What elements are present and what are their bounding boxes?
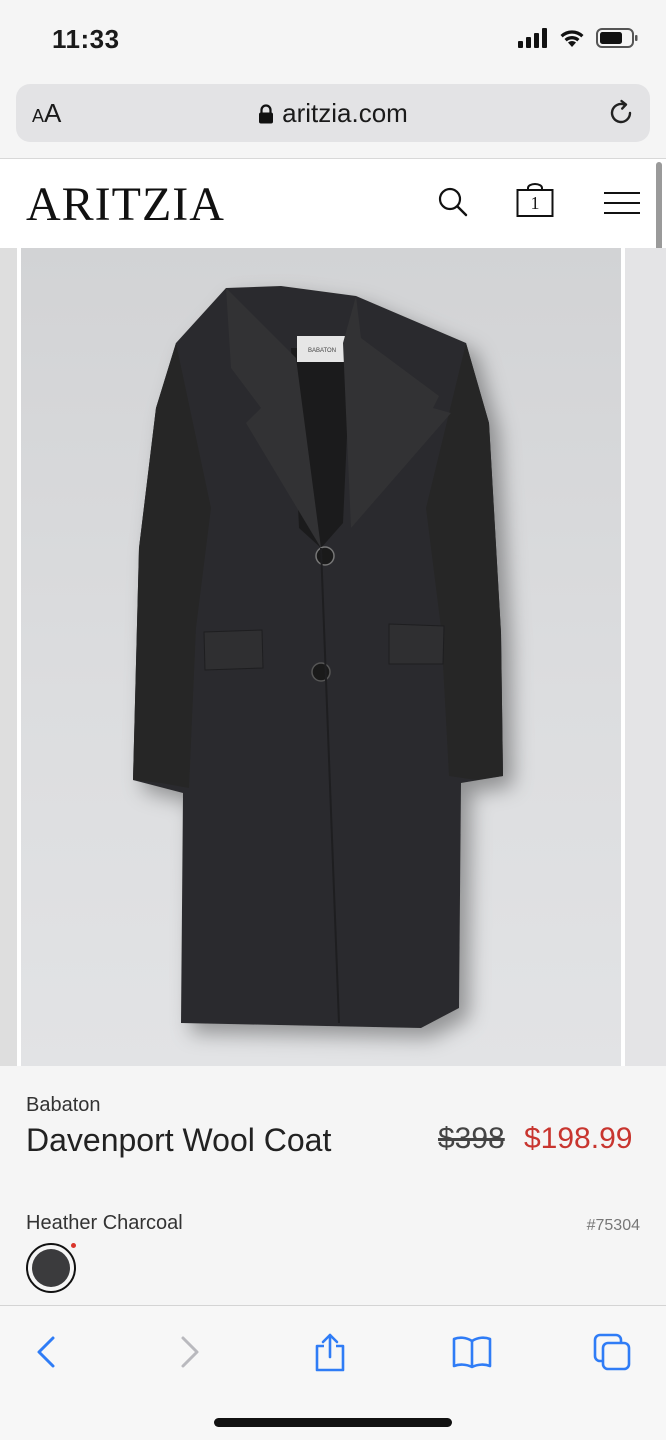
search-icon[interactable]: [436, 185, 470, 219]
bookmarks-icon: [452, 1336, 492, 1369]
menu-icon[interactable]: [604, 191, 640, 215]
product-image[interactable]: BABATON: [21, 248, 621, 1066]
wifi-icon: [560, 30, 584, 47]
sale-price: $198.99: [524, 1122, 633, 1155]
product-sku: #75304: [586, 1217, 640, 1234]
battery-icon: [596, 28, 638, 48]
share-button[interactable]: [308, 1330, 352, 1374]
previous-image-peek[interactable]: [0, 248, 17, 1066]
back-icon: [37, 1336, 55, 1368]
cellular-signal-icon: [518, 28, 547, 48]
original-price: $398: [438, 1122, 505, 1155]
back-button[interactable]: [24, 1330, 68, 1374]
forward-icon: [181, 1336, 199, 1368]
site-logo[interactable]: ARITZIA: [26, 177, 225, 232]
address-bar[interactable]: AA aritzia.com: [16, 84, 650, 142]
sale-indicator-dot: [71, 1243, 76, 1248]
status-time: 11:33: [52, 24, 120, 54]
product-gallery[interactable]: BABATON: [0, 248, 666, 1066]
status-bar: 11:33: [0, 0, 666, 80]
product-brand[interactable]: Babaton: [26, 1094, 101, 1117]
reload-icon[interactable]: [606, 98, 636, 128]
url-text: aritzia.com: [282, 98, 408, 128]
swatch-color-fill: [32, 1249, 70, 1287]
coat-illustration: BABATON: [133, 286, 503, 1028]
url-field[interactable]: aritzia.com: [16, 98, 650, 129]
tabs-icon: [593, 1333, 631, 1371]
bookmarks-button[interactable]: [450, 1330, 494, 1374]
lock-icon: [259, 104, 274, 124]
site-header: ARITZIA 1: [0, 158, 666, 248]
bag-count: 1: [530, 193, 540, 213]
color-swatch-heather-charcoal[interactable]: [26, 1243, 76, 1293]
next-image-peek[interactable]: [625, 248, 666, 1066]
selected-color-name: Heather Charcoal: [26, 1212, 183, 1234]
home-indicator[interactable]: [214, 1418, 452, 1427]
product-name: Davenport Wool Coat: [26, 1122, 332, 1158]
shopping-bag-button[interactable]: 1: [516, 183, 554, 219]
coat-label-text: BABATON: [308, 348, 336, 354]
forward-button[interactable]: [168, 1330, 212, 1374]
status-icons: [518, 28, 638, 48]
share-icon: [315, 1333, 345, 1372]
tabs-button[interactable]: [590, 1330, 634, 1374]
